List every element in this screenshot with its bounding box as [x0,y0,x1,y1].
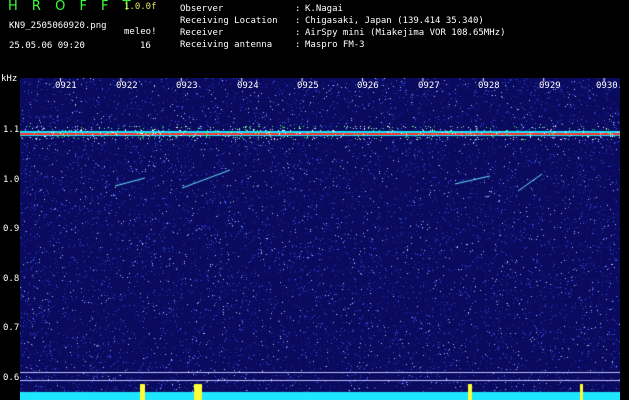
app-title: H R O F F T [8,0,136,14]
spectrogram-plot [20,78,620,400]
y-tick-label: 1.0 [3,175,20,185]
header-panel: H R O F F T 1.0.0f KN9_2505060920.png me… [0,0,629,75]
info-key-receiver: Receiver [180,28,224,38]
info-value-observer: K.Nagai [305,4,343,14]
x-tick-label: 0927 [418,81,440,91]
x-tick-label: 0930 [596,81,618,91]
y-tick-label: 0.9 [3,224,20,234]
x-tick-label: 0925 [297,81,319,91]
info-key-location: Receiving Location [180,16,278,26]
info-value-location: Chigasaki, Japan (139.414 35.340) [305,16,484,26]
info-separator: : [295,28,301,38]
version-label: 1.0.0f [124,2,157,12]
x-tick-label: 0929 [539,81,561,91]
info-separator: : [295,40,301,50]
info-key-antenna: Receiving antenna [180,40,273,50]
x-tick-label: 0923 [176,81,198,91]
frequency-unit-label: kHz [1,74,18,84]
meteor-count: 16 [140,41,151,51]
info-value-antenna: Maspro FM-3 [305,40,365,50]
x-tick-label: 0921 [55,81,77,91]
date-time: 25.05.06 09:20 [9,41,85,51]
y-tick-label: 0.7 [3,323,20,333]
info-separator: : [295,4,301,14]
file-name: KN9_2505060920.png [9,21,107,31]
x-tick-label: 0922 [116,81,138,91]
y-tick-label: 0.8 [3,274,20,284]
x-tick-label: 0924 [237,81,259,91]
y-tick-label: 1.1 [3,125,20,135]
info-key-observer: Observer [180,4,224,14]
info-value-receiver: AirSpy mini (Miakejima VOR 108.65MHz) [305,28,506,38]
x-tick-label: 0928 [478,81,500,91]
info-separator: : [295,16,301,26]
receiver-short-label: meleo! [124,27,157,37]
x-tick-label: 0926 [357,81,379,91]
y-tick-label: 0.6 [3,373,20,383]
